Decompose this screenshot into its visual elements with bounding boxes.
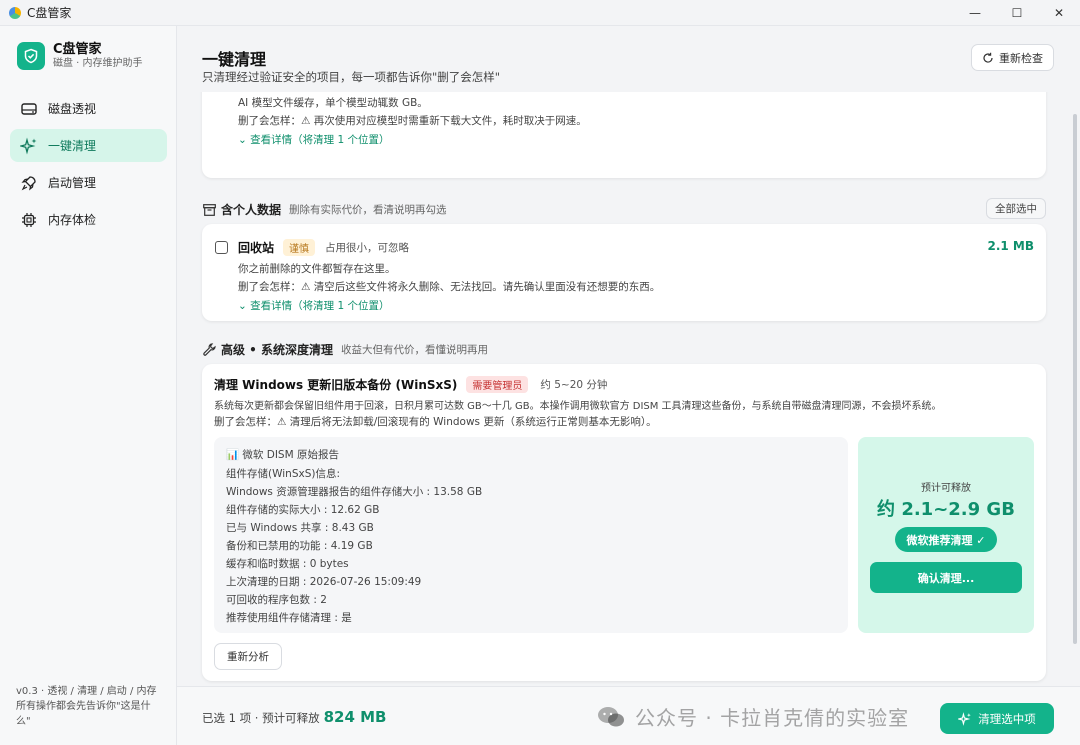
rocket-icon xyxy=(20,174,38,192)
wechat-icon xyxy=(598,706,624,726)
select-all-button[interactable]: 全部选中 xyxy=(986,198,1046,219)
recycle-bin-card: 回收站 谨慎 占用很小，可忽略 2.1 MB 你之前删除的文件都暂存在这里。 删… xyxy=(202,224,1046,321)
report-line: 备份和已禁用的功能 : 4.19 GB xyxy=(226,540,373,552)
clean-selected-label: 清理选中项 xyxy=(978,711,1036,726)
tagline-text: 所有操作都会先告诉你"这是什 xyxy=(16,701,151,712)
view-details-link[interactable]: ⌄ 查看详情（将清理 1 个位置） xyxy=(238,132,390,147)
window-titlebar: C盘管家 — ☐ ✕ xyxy=(0,0,1080,26)
page-header: 一键清理 只清理经过验证安全的项目，每一项都告诉你"删了会怎样" 重新检查 xyxy=(177,26,1080,92)
brand-name: C盘管家 xyxy=(53,42,102,57)
sidebar: C盘管家 磁盘 · 内存维护助手 磁盘透视 一键清理 启动管理 内存体检 v0.… xyxy=(0,26,177,745)
content-scroll-area[interactable]: AI 模型文件缓存，单个模型动辄数 GB。 删了会怎样：⚠ 再次使用对应模型时需… xyxy=(177,92,1080,686)
report-line: 缓存和临时数据 : 0 bytes xyxy=(226,558,349,570)
brand-subtitle: 磁盘 · 内存维护助手 xyxy=(53,58,143,69)
tagline-text-cont: 么" xyxy=(16,716,31,727)
sidebar-item-memory[interactable]: 内存体检 xyxy=(10,203,167,236)
report-line: 组件存储(WinSxS)信息: xyxy=(226,468,340,480)
section-title: 含个人数据 xyxy=(221,203,282,217)
sidebar-item-startup[interactable]: 启动管理 xyxy=(10,166,167,199)
selection-size: 824 MB xyxy=(323,708,387,726)
caution-badge: 谨慎 xyxy=(283,239,316,256)
wrench-icon xyxy=(202,343,216,357)
release-value: 约 2.1~2.9 GB xyxy=(877,499,1015,520)
admin-required-badge: 需要管理员 xyxy=(466,376,529,393)
report-title: 📊 微软 DISM 原始报告 xyxy=(226,449,339,461)
release-estimate-panel: 预计可释放 约 2.1~2.9 GB 微软推荐清理 ✓ 确认清理... xyxy=(858,437,1034,633)
section-title: 高级 • 系统深度清理 xyxy=(221,343,334,357)
report-line: 已与 Windows 共享 : 8.43 GB xyxy=(226,522,374,534)
watermark: 公众号 · 卡拉肖克倩的实验室 xyxy=(597,702,909,731)
item-note: 占用很小，可忽略 xyxy=(325,242,410,254)
winsxs-card: 清理 Windows 更新旧版本备份 (WinSxS) 需要管理员 约 5~20… xyxy=(202,364,1046,681)
estimated-time: 约 5~20 分钟 xyxy=(540,379,608,391)
close-button[interactable]: ✕ xyxy=(1038,0,1080,26)
item-description: 系统每次更新都会保留旧组件用于回滚，日积月累可达数 GB～十几 GB。本操作调用… xyxy=(214,401,942,412)
sidebar-footer: v0.3 · 透视 / 清理 / 启动 / 内存 所有操作都会先告诉你"这是什 … xyxy=(16,684,166,729)
sidebar-nav: 磁盘透视 一键清理 启动管理 内存体检 xyxy=(10,92,167,240)
archive-icon xyxy=(202,203,216,217)
page-subtitle: 只清理经过验证安全的项目，每一项都告诉你"删了会怎样" xyxy=(202,70,501,84)
release-label: 预计可释放 xyxy=(921,483,971,494)
minimize-icon: — xyxy=(969,5,981,20)
minimize-button[interactable]: — xyxy=(954,0,996,26)
footer-bar: 已选 1 项 · 预计可释放 824 MB 公众号 · 卡拉肖克倩的实验室 清理… xyxy=(177,686,1080,745)
maximize-button[interactable]: ☐ xyxy=(996,0,1038,26)
report-line: 可回收的程序包数 : 2 xyxy=(226,594,327,606)
sidebar-item-label: 磁盘透视 xyxy=(48,102,97,116)
section-description: 删除有实际代价，看清说明再勾选 xyxy=(289,204,447,216)
report-line: 推荐使用组件存储清理 : 是 xyxy=(226,612,352,624)
scrollbar[interactable] xyxy=(1073,114,1077,644)
app-icon xyxy=(9,6,21,19)
window-title: C盘管家 xyxy=(27,6,72,20)
recheck-label: 重新检查 xyxy=(999,51,1043,65)
section-description: 收益大但有代价，看懂说明再用 xyxy=(341,344,489,356)
selection-summary: 已选 1 项 · 预计可释放 xyxy=(202,711,320,725)
item-description: AI 模型文件缓存，单个模型动辄数 GB。 xyxy=(238,97,428,109)
item-effect: 删了会怎样：⚠ 清空后这些文件将永久删除、无法找回。请先确认里面没有还想要的东西… xyxy=(238,281,661,293)
view-details-link[interactable]: ⌄ 查看详情（将清理 1 个位置） xyxy=(238,298,390,313)
sparkle-icon xyxy=(20,137,38,155)
report-line: 上次清理的日期 : 2026-07-26 15:09:49 xyxy=(226,576,422,588)
report-line: 组件存储的实际大小 : 12.62 GB xyxy=(226,504,380,516)
maximize-icon: ☐ xyxy=(1011,5,1023,20)
sidebar-item-disk[interactable]: 磁盘透视 xyxy=(10,92,167,125)
sidebar-item-label: 启动管理 xyxy=(48,176,97,190)
item-name: 清理 Windows 更新旧版本备份 (WinSxS) xyxy=(214,378,458,392)
item-size: 2.1 MB xyxy=(987,239,1034,253)
brand: C盘管家 磁盘 · 内存维护助手 xyxy=(17,42,143,70)
reanalyze-button[interactable]: 重新分析 xyxy=(214,643,282,670)
clean-selected-button[interactable]: 清理选中项 xyxy=(940,703,1054,734)
item-effect: 删了会怎样：⚠ 再次使用对应模型时需重新下载大文件，耗时取决于网速。 xyxy=(238,115,587,127)
chip-icon xyxy=(20,211,38,229)
shield-logo-icon xyxy=(17,42,45,70)
watermark-text: 公众号 · 卡拉肖克倩的实验室 xyxy=(635,706,910,730)
main-panel: 一键清理 只清理经过验证安全的项目，每一项都告诉你"删了会怎样" 重新检查 AI… xyxy=(177,26,1080,745)
refresh-icon xyxy=(983,52,993,63)
confirm-clean-button[interactable]: 确认清理... xyxy=(870,562,1022,593)
item-effect: 删了会怎样：⚠ 清理后将无法卸载/回滚现有的 Windows 更新（系统运行正常… xyxy=(214,416,657,428)
item-name: 回收站 xyxy=(238,241,275,255)
version-text: v0.3 · 透视 / 清理 / 启动 / 内存 xyxy=(16,686,157,697)
recheck-button[interactable]: 重新检查 xyxy=(971,44,1054,71)
sparkle-icon xyxy=(958,711,972,726)
cache-item-card: AI 模型文件缓存，单个模型动辄数 GB。 删了会怎样：⚠ 再次使用对应模型时需… xyxy=(202,92,1046,178)
recycle-bin-checkbox[interactable] xyxy=(215,241,228,254)
sidebar-item-label: 一键清理 xyxy=(48,139,97,153)
sidebar-item-label: 内存体检 xyxy=(48,213,97,227)
sidebar-item-clean[interactable]: 一键清理 xyxy=(10,129,167,162)
report-line: Windows 资源管理器报告的组件存储大小 : 13.58 GB xyxy=(226,486,483,498)
disk-icon xyxy=(20,100,38,118)
dism-report-panel: 📊 微软 DISM 原始报告 组件存储(WinSxS)信息: Windows 资… xyxy=(214,437,848,633)
page-title: 一键清理 xyxy=(202,50,267,69)
section-header-personal: 含个人数据 删除有实际代价，看清说明再勾选 xyxy=(202,201,447,218)
item-description: 你之前删除的文件都暂存在这里。 xyxy=(238,263,396,275)
close-icon: ✕ xyxy=(1053,5,1065,20)
section-header-advanced: 高级 • 系统深度清理 收益大但有代价，看懂说明再用 xyxy=(202,341,488,358)
recommend-badge: 微软推荐清理 ✓ xyxy=(895,527,997,552)
